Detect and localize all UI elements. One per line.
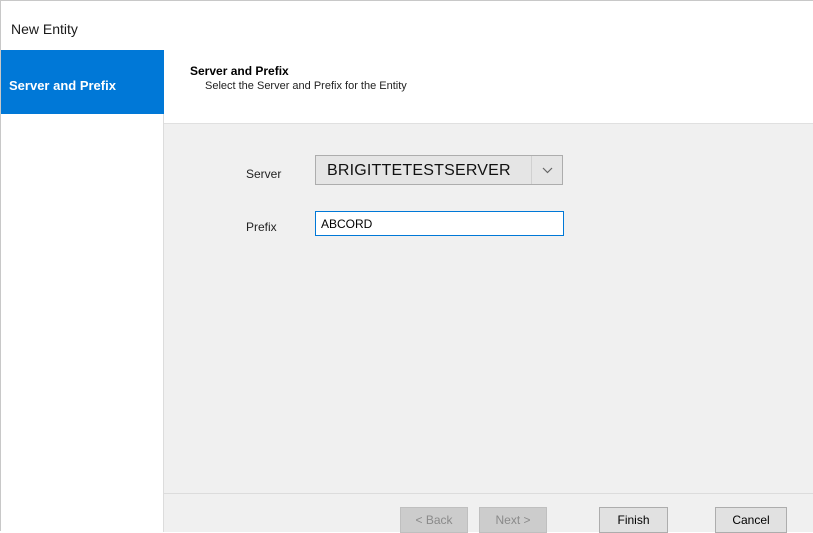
page-title: Server and Prefix bbox=[190, 64, 289, 78]
title-bar: New Entity bbox=[1, 1, 813, 50]
server-dropdown-value: BRIGITTETESTSERVER bbox=[327, 162, 511, 179]
sidebar-item-server-and-prefix[interactable]: Server and Prefix bbox=[1, 50, 164, 114]
back-button[interactable]: < Back bbox=[400, 507, 468, 533]
page-subtitle: Select the Server and Prefix for the Ent… bbox=[205, 80, 407, 92]
chevron-down-icon[interactable] bbox=[531, 156, 562, 184]
button-bar: < Back Next > Finish Cancel bbox=[164, 493, 813, 533]
form-panel: Server BRIGITTETESTSERVER Prefix bbox=[164, 124, 813, 493]
next-button[interactable]: Next > bbox=[479, 507, 547, 533]
prefix-label: Prefix bbox=[246, 220, 277, 234]
sidebar-item-label: Server and Prefix bbox=[9, 78, 116, 93]
wizard-sidebar: Server and Prefix bbox=[1, 50, 164, 532]
server-label: Server bbox=[246, 167, 282, 181]
server-dropdown[interactable]: BRIGITTETESTSERVER bbox=[315, 155, 563, 185]
cancel-button[interactable]: Cancel bbox=[715, 507, 787, 533]
page-header: Server and Prefix Select the Server and … bbox=[164, 50, 813, 124]
window-title: New Entity bbox=[11, 21, 78, 37]
finish-button[interactable]: Finish bbox=[599, 507, 668, 533]
new-entity-dialog: New Entity Server and Prefix Server and … bbox=[0, 0, 813, 533]
prefix-input[interactable] bbox=[315, 211, 564, 236]
